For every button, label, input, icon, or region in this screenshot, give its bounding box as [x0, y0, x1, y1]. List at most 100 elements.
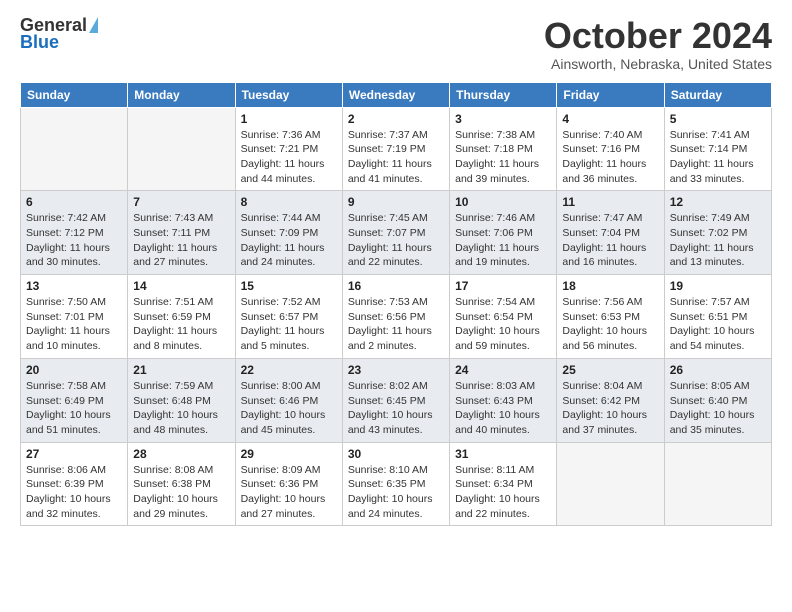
- weekday-header-friday: Friday: [557, 82, 664, 107]
- day-number: 22: [241, 363, 337, 377]
- location: Ainsworth, Nebraska, United States: [544, 56, 772, 72]
- calendar-day-cell: 5 Sunrise: 7:41 AMSunset: 7:14 PMDaylight…: [664, 107, 771, 191]
- calendar-day-cell: 3 Sunrise: 7:38 AMSunset: 7:18 PMDaylight…: [450, 107, 557, 191]
- weekday-header-saturday: Saturday: [664, 82, 771, 107]
- day-number: 11: [562, 195, 658, 209]
- day-number: 10: [455, 195, 551, 209]
- day-detail: Sunrise: 7:50 AMSunset: 7:01 PMDaylight:…: [26, 295, 122, 354]
- calendar-week-row: 27 Sunrise: 8:06 AMSunset: 6:39 PMDayligh…: [21, 442, 772, 526]
- day-detail: Sunrise: 7:40 AMSunset: 7:16 PMDaylight:…: [562, 128, 658, 187]
- day-detail: Sunrise: 7:52 AMSunset: 6:57 PMDaylight:…: [241, 295, 337, 354]
- day-detail: Sunrise: 7:59 AMSunset: 6:48 PMDaylight:…: [133, 379, 229, 438]
- calendar-day-cell: 16Sunrise: 7:53 AMSunset: 6:56 PMDayligh…: [342, 275, 449, 359]
- calendar-day-cell: 6Sunrise: 7:42 AMSunset: 7:12 PMDaylight…: [21, 191, 128, 275]
- weekday-header-row: SundayMondayTuesdayWednesdayThursdayFrid…: [21, 82, 772, 107]
- calendar-week-row: 13 Sunrise: 7:50 AMSunset: 7:01 PMDayligh…: [21, 275, 772, 359]
- calendar-day-cell: 31 Sunrise: 8:11 AMSunset: 6:34 PMDayligh…: [450, 442, 557, 526]
- calendar-day-cell: 4Sunrise: 7:40 AMSunset: 7:16 PMDaylight…: [557, 107, 664, 191]
- day-detail: Sunrise: 8:08 AMSunset: 6:38 PMDaylight:…: [133, 463, 229, 522]
- weekday-header-tuesday: Tuesday: [235, 82, 342, 107]
- calendar-day-cell: 12Sunrise: 7:49 AMSunset: 7:02 PMDayligh…: [664, 191, 771, 275]
- logo-blue: Blue: [20, 33, 98, 51]
- day-number: 29: [241, 447, 337, 461]
- logo: General Blue: [20, 16, 98, 51]
- calendar-day-cell: 14 Sunrise: 7:51 AMSunset: 6:59 PMDayligh…: [128, 275, 235, 359]
- day-number: 26: [670, 363, 766, 377]
- day-detail: Sunrise: 8:10 AMSunset: 6:35 PMDaylight:…: [348, 463, 444, 522]
- calendar-day-cell: 29 Sunrise: 8:09 AMSunset: 6:36 PMDayligh…: [235, 442, 342, 526]
- calendar-day-cell: [128, 107, 235, 191]
- day-detail: Sunrise: 8:09 AMSunset: 6:36 PMDaylight:…: [241, 463, 337, 522]
- day-number: 2: [348, 112, 444, 126]
- calendar: SundayMondayTuesdayWednesdayThursdayFrid…: [20, 82, 772, 527]
- day-number: 5: [670, 112, 766, 126]
- weekday-header-wednesday: Wednesday: [342, 82, 449, 107]
- day-number: 7: [133, 195, 229, 209]
- day-detail: Sunrise: 7:51 AMSunset: 6:59 PMDaylight:…: [133, 295, 229, 354]
- header: General Blue October 2024 Ainsworth, Neb…: [20, 16, 772, 72]
- calendar-day-cell: 2 Sunrise: 7:37 AMSunset: 7:19 PMDaylight…: [342, 107, 449, 191]
- day-detail: Sunrise: 8:05 AMSunset: 6:40 PMDaylight:…: [670, 379, 766, 438]
- day-detail: Sunrise: 7:54 AMSunset: 6:54 PMDaylight:…: [455, 295, 551, 354]
- weekday-header-monday: Monday: [128, 82, 235, 107]
- weekday-header-thursday: Thursday: [450, 82, 557, 107]
- day-detail: Sunrise: 8:00 AMSunset: 6:46 PMDaylight:…: [241, 379, 337, 438]
- month-title: October 2024: [544, 16, 772, 56]
- day-detail: Sunrise: 7:37 AMSunset: 7:19 PMDaylight:…: [348, 128, 444, 187]
- day-detail: Sunrise: 7:57 AMSunset: 6:51 PMDaylight:…: [670, 295, 766, 354]
- day-number: 8: [241, 195, 337, 209]
- day-number: 12: [670, 195, 766, 209]
- calendar-day-cell: 22 Sunrise: 8:00 AMSunset: 6:46 PMDayligh…: [235, 358, 342, 442]
- day-detail: Sunrise: 7:38 AMSunset: 7:18 PMDaylight:…: [455, 128, 551, 187]
- day-number: 17: [455, 279, 551, 293]
- day-detail: Sunrise: 8:04 AMSunset: 6:42 PMDaylight:…: [562, 379, 658, 438]
- day-number: 18: [562, 279, 658, 293]
- day-detail: Sunrise: 8:02 AMSunset: 6:45 PMDaylight:…: [348, 379, 444, 438]
- day-number: 31: [455, 447, 551, 461]
- day-number: 20: [26, 363, 122, 377]
- day-number: 27: [26, 447, 122, 461]
- calendar-day-cell: 8Sunrise: 7:44 AMSunset: 7:09 PMDaylight…: [235, 191, 342, 275]
- calendar-day-cell: [21, 107, 128, 191]
- day-detail: Sunrise: 7:41 AMSunset: 7:14 PMDaylight:…: [670, 128, 766, 187]
- day-detail: Sunrise: 8:11 AMSunset: 6:34 PMDaylight:…: [455, 463, 551, 522]
- calendar-day-cell: 21Sunrise: 7:59 AMSunset: 6:48 PMDayligh…: [128, 358, 235, 442]
- calendar-day-cell: 23 Sunrise: 8:02 AMSunset: 6:45 PMDayligh…: [342, 358, 449, 442]
- day-number: 1: [241, 112, 337, 126]
- calendar-day-cell: [557, 442, 664, 526]
- day-detail: Sunrise: 7:42 AMSunset: 7:12 PMDaylight:…: [26, 211, 122, 270]
- day-number: 3: [455, 112, 551, 126]
- day-detail: Sunrise: 7:43 AMSunset: 7:11 PMDaylight:…: [133, 211, 229, 270]
- day-detail: Sunrise: 8:03 AMSunset: 6:43 PMDaylight:…: [455, 379, 551, 438]
- day-number: 14: [133, 279, 229, 293]
- calendar-day-cell: 19Sunrise: 7:57 AMSunset: 6:51 PMDayligh…: [664, 275, 771, 359]
- calendar-day-cell: 30 Sunrise: 8:10 AMSunset: 6:35 PMDayligh…: [342, 442, 449, 526]
- calendar-day-cell: 1 Sunrise: 7:36 AMSunset: 7:21 PMDaylight…: [235, 107, 342, 191]
- calendar-week-row: 6Sunrise: 7:42 AMSunset: 7:12 PMDaylight…: [21, 191, 772, 275]
- day-detail: Sunrise: 7:56 AMSunset: 6:53 PMDaylight:…: [562, 295, 658, 354]
- day-detail: Sunrise: 7:46 AMSunset: 7:06 PMDaylight:…: [455, 211, 551, 270]
- calendar-day-cell: 27 Sunrise: 8:06 AMSunset: 6:39 PMDayligh…: [21, 442, 128, 526]
- calendar-day-cell: 25Sunrise: 8:04 AMSunset: 6:42 PMDayligh…: [557, 358, 664, 442]
- title-block: October 2024 Ainsworth, Nebraska, United…: [544, 16, 772, 72]
- day-detail: Sunrise: 8:06 AMSunset: 6:39 PMDaylight:…: [26, 463, 122, 522]
- calendar-week-row: 20 Sunrise: 7:58 AMSunset: 6:49 PMDayligh…: [21, 358, 772, 442]
- calendar-day-cell: 18 Sunrise: 7:56 AMSunset: 6:53 PMDayligh…: [557, 275, 664, 359]
- day-number: 15: [241, 279, 337, 293]
- day-detail: Sunrise: 7:45 AMSunset: 7:07 PMDaylight:…: [348, 211, 444, 270]
- calendar-day-cell: 13 Sunrise: 7:50 AMSunset: 7:01 PMDayligh…: [21, 275, 128, 359]
- calendar-day-cell: 15 Sunrise: 7:52 AMSunset: 6:57 PMDayligh…: [235, 275, 342, 359]
- calendar-day-cell: 17 Sunrise: 7:54 AMSunset: 6:54 PMDayligh…: [450, 275, 557, 359]
- calendar-day-cell: 11Sunrise: 7:47 AMSunset: 7:04 PMDayligh…: [557, 191, 664, 275]
- day-detail: Sunrise: 7:58 AMSunset: 6:49 PMDaylight:…: [26, 379, 122, 438]
- day-number: 13: [26, 279, 122, 293]
- page: General Blue October 2024 Ainsworth, Neb…: [0, 0, 792, 542]
- day-number: 23: [348, 363, 444, 377]
- weekday-header-sunday: Sunday: [21, 82, 128, 107]
- day-number: 30: [348, 447, 444, 461]
- calendar-day-cell: 20 Sunrise: 7:58 AMSunset: 6:49 PMDayligh…: [21, 358, 128, 442]
- day-detail: Sunrise: 7:36 AMSunset: 7:21 PMDaylight:…: [241, 128, 337, 187]
- day-number: 24: [455, 363, 551, 377]
- day-detail: Sunrise: 7:53 AMSunset: 6:56 PMDaylight:…: [348, 295, 444, 354]
- calendar-day-cell: 9Sunrise: 7:45 AMSunset: 7:07 PMDaylight…: [342, 191, 449, 275]
